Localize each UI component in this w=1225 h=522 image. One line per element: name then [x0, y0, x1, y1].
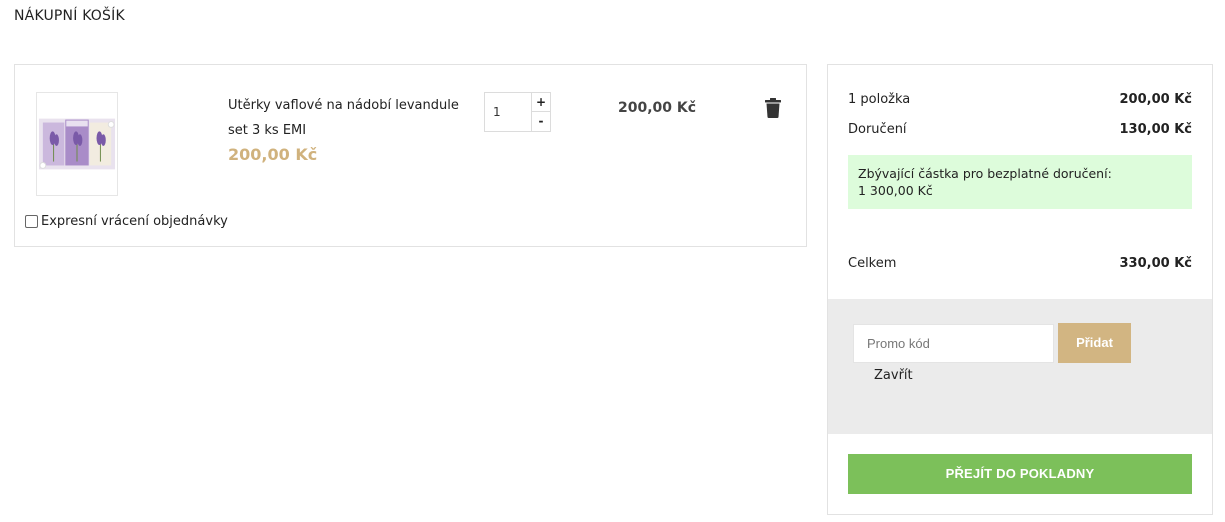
product-name-link[interactable]: Utěrky vaflové na nádobí levandule set 3… — [228, 93, 473, 143]
shipping-label: Doručení — [848, 122, 907, 137]
shipping-row: Doručení 130,00 Kč — [848, 122, 1192, 137]
quantity-stepper: + - — [484, 92, 551, 132]
quantity-input[interactable] — [485, 93, 532, 131]
total-label: Celkem — [848, 256, 897, 271]
quantity-increase-button[interactable]: + — [532, 93, 550, 112]
promo-close-link[interactable]: Zavřít — [874, 368, 913, 383]
express-return-option[interactable]: Expresní vrácení objednávky — [25, 214, 228, 229]
express-return-label: Expresní vrácení objednávky — [41, 214, 228, 229]
items-count-label: 1 položka — [848, 92, 911, 107]
product-image-icon — [37, 93, 117, 195]
order-summary-panel: 1 položka 200,00 Kč Doručení 130,00 Kč Z… — [827, 64, 1213, 515]
product-thumbnail[interactable] — [36, 92, 118, 196]
promo-code-input[interactable] — [853, 324, 1054, 363]
items-subtotal-value: 200,00 Kč — [1119, 92, 1192, 107]
promo-code-section: Přidat Zavřít — [828, 299, 1212, 434]
total-row: Celkem 330,00 Kč — [848, 256, 1192, 271]
page-title: NÁKUPNÍ KOŠÍK — [14, 8, 125, 24]
express-return-checkbox[interactable] — [25, 215, 38, 228]
line-total-price: 200,00 Kč — [618, 100, 697, 116]
product-unit-price: 200,00 Kč — [228, 145, 318, 164]
total-value: 330,00 Kč — [1119, 256, 1192, 271]
free-shipping-notice: Zbývající částka pro bezplatné doručení:… — [848, 155, 1192, 209]
cart-item-panel: Utěrky vaflové na nádobí levandule set 3… — [14, 64, 807, 247]
promo-add-button[interactable]: Přidat — [1058, 323, 1131, 363]
shipping-value: 130,00 Kč — [1119, 122, 1192, 137]
free-shipping-amount: 1 300,00 Kč — [858, 183, 933, 198]
free-shipping-text: Zbývající částka pro bezplatné doručení: — [858, 166, 1112, 181]
trash-icon[interactable] — [765, 98, 781, 118]
items-subtotal-row: 1 položka 200,00 Kč — [848, 92, 1192, 107]
quantity-decrease-button[interactable]: - — [532, 112, 550, 131]
checkout-button[interactable]: PŘEJÍT DO POKLADNY — [848, 454, 1192, 494]
